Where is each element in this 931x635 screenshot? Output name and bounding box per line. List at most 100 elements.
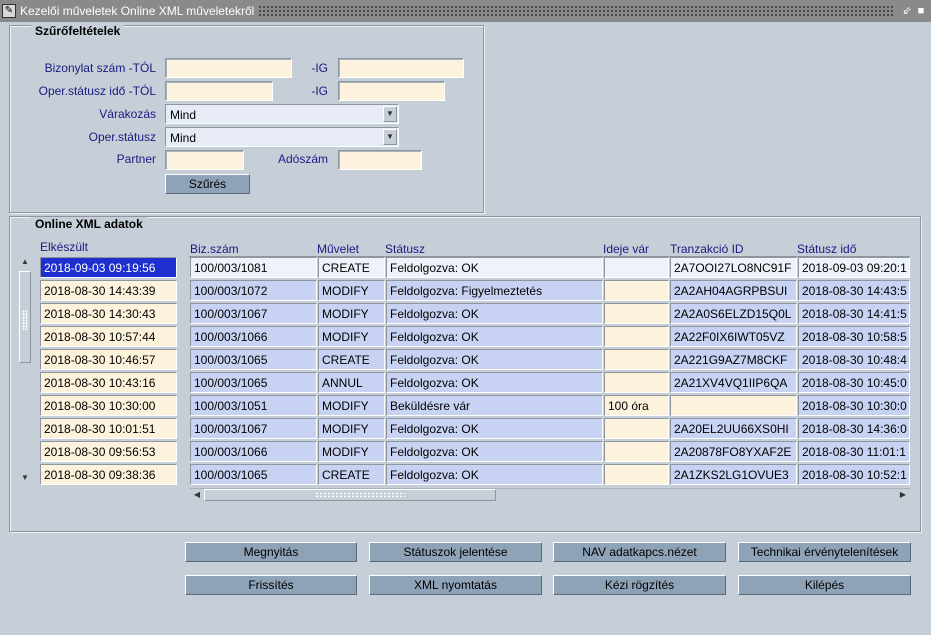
- close-icon[interactable]: ■: [915, 4, 927, 18]
- completed-time-cell[interactable]: 2018-08-30 10:30:00: [40, 395, 177, 416]
- refresh-button[interactable]: Frissítés: [185, 575, 357, 595]
- status-cell[interactable]: Feldolgozva: OK: [386, 418, 603, 439]
- status-time-cell[interactable]: 2018-08-30 10:48:4: [798, 349, 910, 370]
- status-time-cell[interactable]: 2018-08-30 11:01:1: [798, 441, 910, 462]
- transaction-id-cell[interactable]: 2A221G9AZ7M8CKF: [670, 349, 797, 370]
- status-time-cell[interactable]: 2018-08-30 10:58:5: [798, 326, 910, 347]
- title-bar-grip: [258, 5, 895, 17]
- transaction-id-cell[interactable]: 2A7OOI27LO8NC91F: [670, 257, 797, 278]
- waiting-select[interactable]: Mind ▼: [165, 104, 399, 124]
- biz-cell[interactable]: 100/003/1066: [190, 326, 317, 347]
- wait-cell[interactable]: [604, 326, 669, 347]
- horizontal-scroll-thumb[interactable]: [204, 489, 496, 501]
- biz-cell[interactable]: 100/003/1065: [190, 349, 317, 370]
- status-cell[interactable]: Feldolgozva: OK: [386, 257, 603, 278]
- transaction-id-cell[interactable]: 2A21XV4VQ1IIP6QA: [670, 372, 797, 393]
- operation-cell[interactable]: CREATE: [318, 257, 385, 278]
- wait-cell[interactable]: [604, 441, 669, 462]
- transaction-id-cell[interactable]: 2A1ZKS2LG1OVUE3: [670, 464, 797, 485]
- operation-cell[interactable]: MODIFY: [318, 280, 385, 301]
- status-time-cell[interactable]: 2018-08-30 14:41:5: [798, 303, 910, 324]
- vertical-scroll-thumb[interactable]: [19, 271, 31, 363]
- wait-cell[interactable]: 100 óra: [604, 395, 669, 416]
- partner-field[interactable]: [165, 150, 244, 170]
- scroll-left-icon[interactable]: ◀: [190, 489, 204, 501]
- operation-cell[interactable]: MODIFY: [318, 418, 385, 439]
- wait-cell[interactable]: [604, 418, 669, 439]
- status-time-cell[interactable]: 2018-08-30 10:45:0: [798, 372, 910, 393]
- completed-time-cell[interactable]: 2018-08-30 14:43:39: [40, 280, 177, 301]
- operation-cell[interactable]: MODIFY: [318, 441, 385, 462]
- status-time-cell[interactable]: 2018-08-30 10:52:1: [798, 464, 910, 485]
- tax-no-field[interactable]: [338, 150, 422, 170]
- chevron-down-icon[interactable]: ▼: [383, 106, 397, 122]
- exit-button[interactable]: Kilépés: [738, 575, 911, 595]
- operation-cell[interactable]: CREATE: [318, 349, 385, 370]
- wait-cell[interactable]: [604, 464, 669, 485]
- transaction-id-cell[interactable]: 2A2AH04AGRPBSUI: [670, 280, 797, 301]
- completed-time-cell[interactable]: 2018-08-30 10:43:16: [40, 372, 177, 393]
- open-button[interactable]: Megnyitás: [185, 542, 357, 562]
- status-cell[interactable]: Beküldésre vár: [386, 395, 603, 416]
- status-cell[interactable]: Feldolgozva: OK: [386, 372, 603, 393]
- wait-cell[interactable]: [604, 257, 669, 278]
- wait-cell[interactable]: [604, 349, 669, 370]
- scroll-right-icon[interactable]: ▶: [896, 489, 910, 501]
- transaction-id-cell[interactable]: 2A20878FO8YXAF2E: [670, 441, 797, 462]
- status-cell[interactable]: Feldolgozva: OK: [386, 303, 603, 324]
- manual-entry-button[interactable]: Kézi rögzítés: [553, 575, 726, 595]
- wait-cell[interactable]: [604, 280, 669, 301]
- biz-cell[interactable]: 100/003/1051: [190, 395, 317, 416]
- scroll-down-icon[interactable]: ▼: [18, 471, 32, 485]
- status-time-cell[interactable]: 2018-09-03 09:20:1: [798, 257, 910, 278]
- completed-time-cell[interactable]: 2018-08-30 14:30:43: [40, 303, 177, 324]
- wait-cell[interactable]: [604, 372, 669, 393]
- status-time-to-field[interactable]: [338, 81, 445, 101]
- biz-cell[interactable]: 100/003/1066: [190, 441, 317, 462]
- oper-status-select[interactable]: Mind ▼: [165, 127, 399, 147]
- operation-cell[interactable]: MODIFY: [318, 395, 385, 416]
- nav-connection-view-button[interactable]: NAV adatkapcs.nézet: [553, 542, 726, 562]
- completed-time-cell[interactable]: 2018-08-30 09:56:53: [40, 441, 177, 462]
- wait-cell[interactable]: [604, 303, 669, 324]
- status-report-button[interactable]: Státuszok jelentése: [369, 542, 542, 562]
- biz-to-field[interactable]: [338, 58, 464, 78]
- biz-cell[interactable]: 100/003/1065: [190, 464, 317, 485]
- technical-invalidations-button[interactable]: Technikai érvénytelenítések: [738, 542, 911, 562]
- completed-time-cell[interactable]: 2018-08-30 09:38:36: [40, 464, 177, 485]
- status-cell[interactable]: Feldolgozva: Figyelmeztetés: [386, 280, 603, 301]
- operation-cell[interactable]: MODIFY: [318, 326, 385, 347]
- status-cell[interactable]: Feldolgozva: OK: [386, 464, 603, 485]
- minimize-icon[interactable]: ⇙: [901, 4, 913, 18]
- status-cell[interactable]: Feldolgozva: OK: [386, 441, 603, 462]
- biz-cell[interactable]: 100/003/1067: [190, 418, 317, 439]
- completed-time-cell[interactable]: 2018-08-30 10:57:44: [40, 326, 177, 347]
- filter-button[interactable]: Szűrés: [165, 174, 250, 194]
- horizontal-scrollbar[interactable]: ◀ ▶: [190, 488, 910, 501]
- biz-cell[interactable]: 100/003/1065: [190, 372, 317, 393]
- xml-print-button[interactable]: XML nyomtatás: [369, 575, 542, 595]
- status-time-cell[interactable]: 2018-08-30 14:43:5: [798, 280, 910, 301]
- biz-from-field[interactable]: [165, 58, 292, 78]
- biz-cell[interactable]: 100/003/1067: [190, 303, 317, 324]
- status-time-cell[interactable]: 2018-08-30 10:30:0: [798, 395, 910, 416]
- scroll-up-icon[interactable]: ▲: [18, 255, 32, 269]
- transaction-id-cell[interactable]: 2A22F0IX6IWT05VZ: [670, 326, 797, 347]
- status-cell[interactable]: Feldolgozva: OK: [386, 326, 603, 347]
- chevron-down-icon[interactable]: ▼: [383, 129, 397, 145]
- operation-cell[interactable]: ANNUL: [318, 372, 385, 393]
- completed-time-cell[interactable]: 2018-09-03 09:19:56: [40, 257, 177, 278]
- biz-cell[interactable]: 100/003/1081: [190, 257, 317, 278]
- status-time-cell[interactable]: 2018-08-30 14:36:0: [798, 418, 910, 439]
- completed-time-cell[interactable]: 2018-08-30 10:46:57: [40, 349, 177, 370]
- completed-time-cell[interactable]: 2018-08-30 10:01:51: [40, 418, 177, 439]
- vertical-scrollbar[interactable]: ▲ ▼: [18, 255, 32, 485]
- transaction-id-cell[interactable]: [670, 395, 797, 416]
- transaction-id-cell[interactable]: 2A20EL2UU66XS0HI: [670, 418, 797, 439]
- biz-cell[interactable]: 100/003/1072: [190, 280, 317, 301]
- status-time-from-field[interactable]: [165, 81, 273, 101]
- operation-cell[interactable]: CREATE: [318, 464, 385, 485]
- transaction-id-cell[interactable]: 2A2A0S6ELZD15Q0L: [670, 303, 797, 324]
- status-cell[interactable]: Feldolgozva: OK: [386, 349, 603, 370]
- operation-cell[interactable]: MODIFY: [318, 303, 385, 324]
